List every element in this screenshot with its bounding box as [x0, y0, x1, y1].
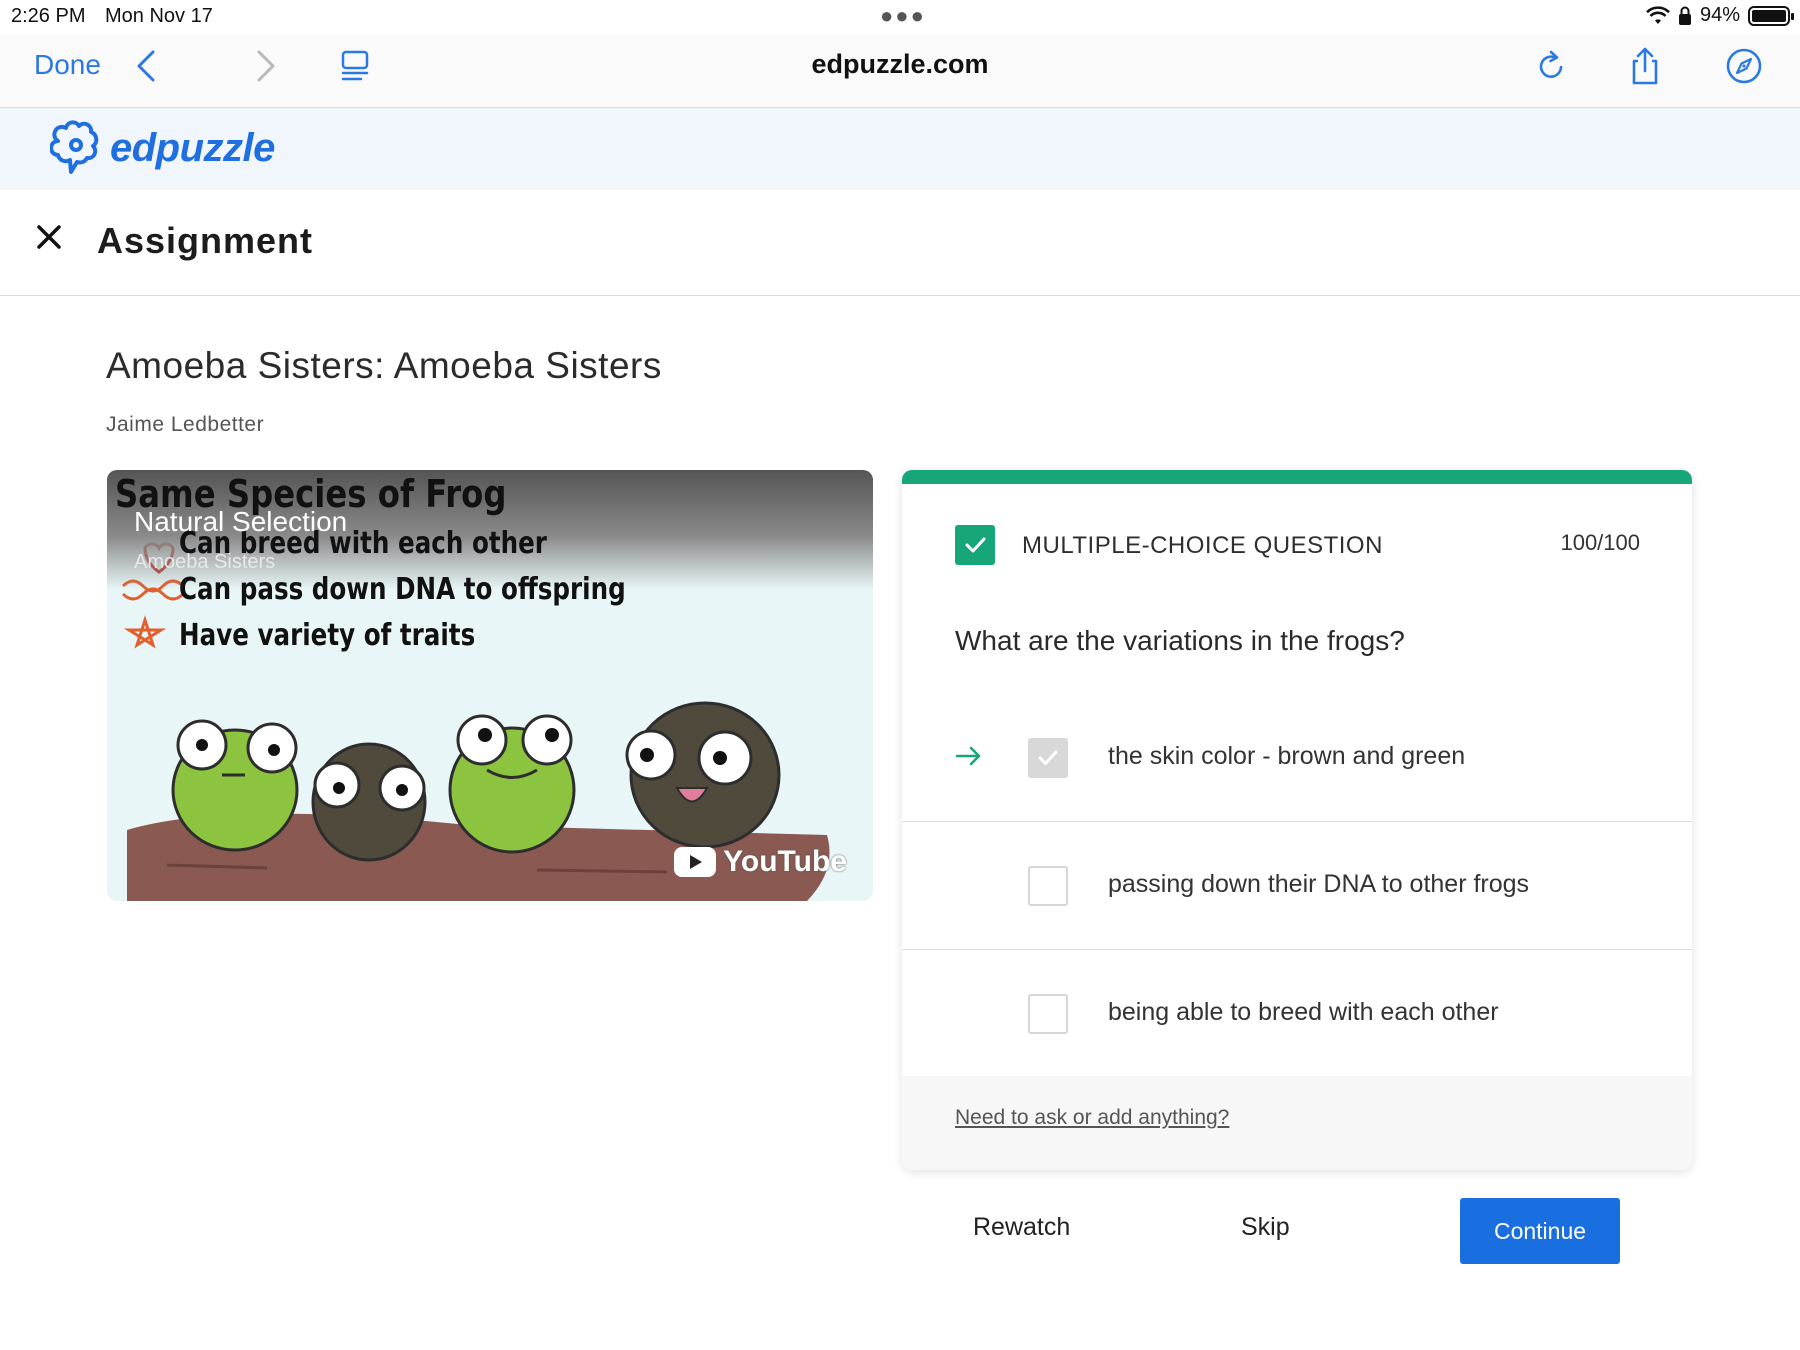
rewatch-button[interactable]: Rewatch: [973, 1213, 1070, 1242]
youtube-label: YouTube: [723, 845, 847, 878]
selected-arrow-icon: [955, 746, 981, 766]
video-player[interactable]: Same Species of Frog Can breed with each…: [107, 470, 873, 901]
status-icons: 94%: [1646, 4, 1794, 27]
puzzle-icon: [50, 120, 99, 174]
status-time: 2:26 PM: [11, 5, 86, 27]
reader-view-icon[interactable]: [335, 46, 375, 86]
checkmark-icon: [1038, 750, 1058, 765]
status-bar: 2:26 PM Mon Nov 17 ●●● 94%: [0, 0, 1800, 34]
skip-button[interactable]: Skip: [1241, 1213, 1290, 1242]
question-type-label: MULTIPLE-CHOICE QUESTION: [1022, 532, 1383, 559]
video-overlay-channel: Amoeba Sisters: [134, 551, 276, 573]
video-title: Amoeba Sisters: Amoeba Sisters: [106, 345, 662, 386]
back-icon[interactable]: [127, 46, 167, 86]
option-label: being able to breed with each other: [1108, 998, 1499, 1026]
compass-icon[interactable]: [1724, 46, 1764, 86]
card-footer: Need to ask or add anything?: [902, 1076, 1692, 1170]
answer-option[interactable]: the skin color - brown and green: [902, 694, 1692, 822]
assignment-header: Assignment: [0, 190, 1800, 296]
reload-icon[interactable]: [1531, 46, 1571, 86]
battery-percent: 94%: [1699, 4, 1740, 26]
forward-icon[interactable]: [245, 46, 285, 86]
lock-rotation-icon: [1678, 6, 1691, 25]
brand-name: edpuzzle: [110, 125, 275, 170]
continue-button[interactable]: Continue: [1460, 1198, 1620, 1264]
browser-toolbar: Done edpuzzle.com: [0, 34, 1800, 108]
question-score: 100/100: [1560, 530, 1640, 555]
multitasking-dots-icon[interactable]: ●●●: [880, 5, 926, 27]
question-card: MULTIPLE-CHOICE QUESTION 100/100 What ar…: [902, 470, 1692, 1170]
done-button[interactable]: Done: [34, 49, 101, 81]
option-label: passing down their DNA to other frogs: [1108, 870, 1530, 898]
frame-line: Can pass down DNA to offspring: [179, 572, 626, 607]
answer-status-bar: [902, 470, 1692, 484]
option-checkbox[interactable]: [1028, 866, 1068, 906]
edpuzzle-logo[interactable]: edpuzzle: [50, 120, 275, 176]
checkmark-icon: [955, 525, 995, 565]
option-checkbox[interactable]: [1028, 994, 1068, 1034]
youtube-watermark[interactable]: YouTube: [673, 845, 847, 879]
help-link[interactable]: Need to ask or add anything?: [955, 1106, 1229, 1130]
screen: 2:26 PM Mon Nov 17 ●●● 94% Done edpuzzle…: [0, 0, 1800, 1350]
video-author: Jaime Ledbetter: [106, 413, 265, 436]
answer-option[interactable]: being able to breed with each other: [902, 950, 1692, 1078]
option-checkbox[interactable]: [1028, 738, 1068, 778]
share-icon[interactable]: [1625, 46, 1665, 86]
page-title: Assignment: [97, 220, 314, 261]
wifi-icon: [1646, 5, 1670, 24]
question-prompt: What are the variations in the frogs?: [955, 625, 1405, 656]
option-label: the skin color - brown and green: [1108, 742, 1466, 770]
answer-option[interactable]: passing down their DNA to other frogs: [902, 822, 1692, 950]
frame-line: Have variety of traits: [179, 618, 476, 653]
close-icon[interactable]: [32, 220, 66, 254]
status-date: Mon Nov 17: [105, 5, 213, 27]
site-header: edpuzzle: [0, 108, 1800, 190]
youtube-play-icon: [674, 847, 717, 877]
video-overlay-title: Natural Selection: [134, 506, 348, 537]
battery-icon: [1748, 5, 1794, 26]
